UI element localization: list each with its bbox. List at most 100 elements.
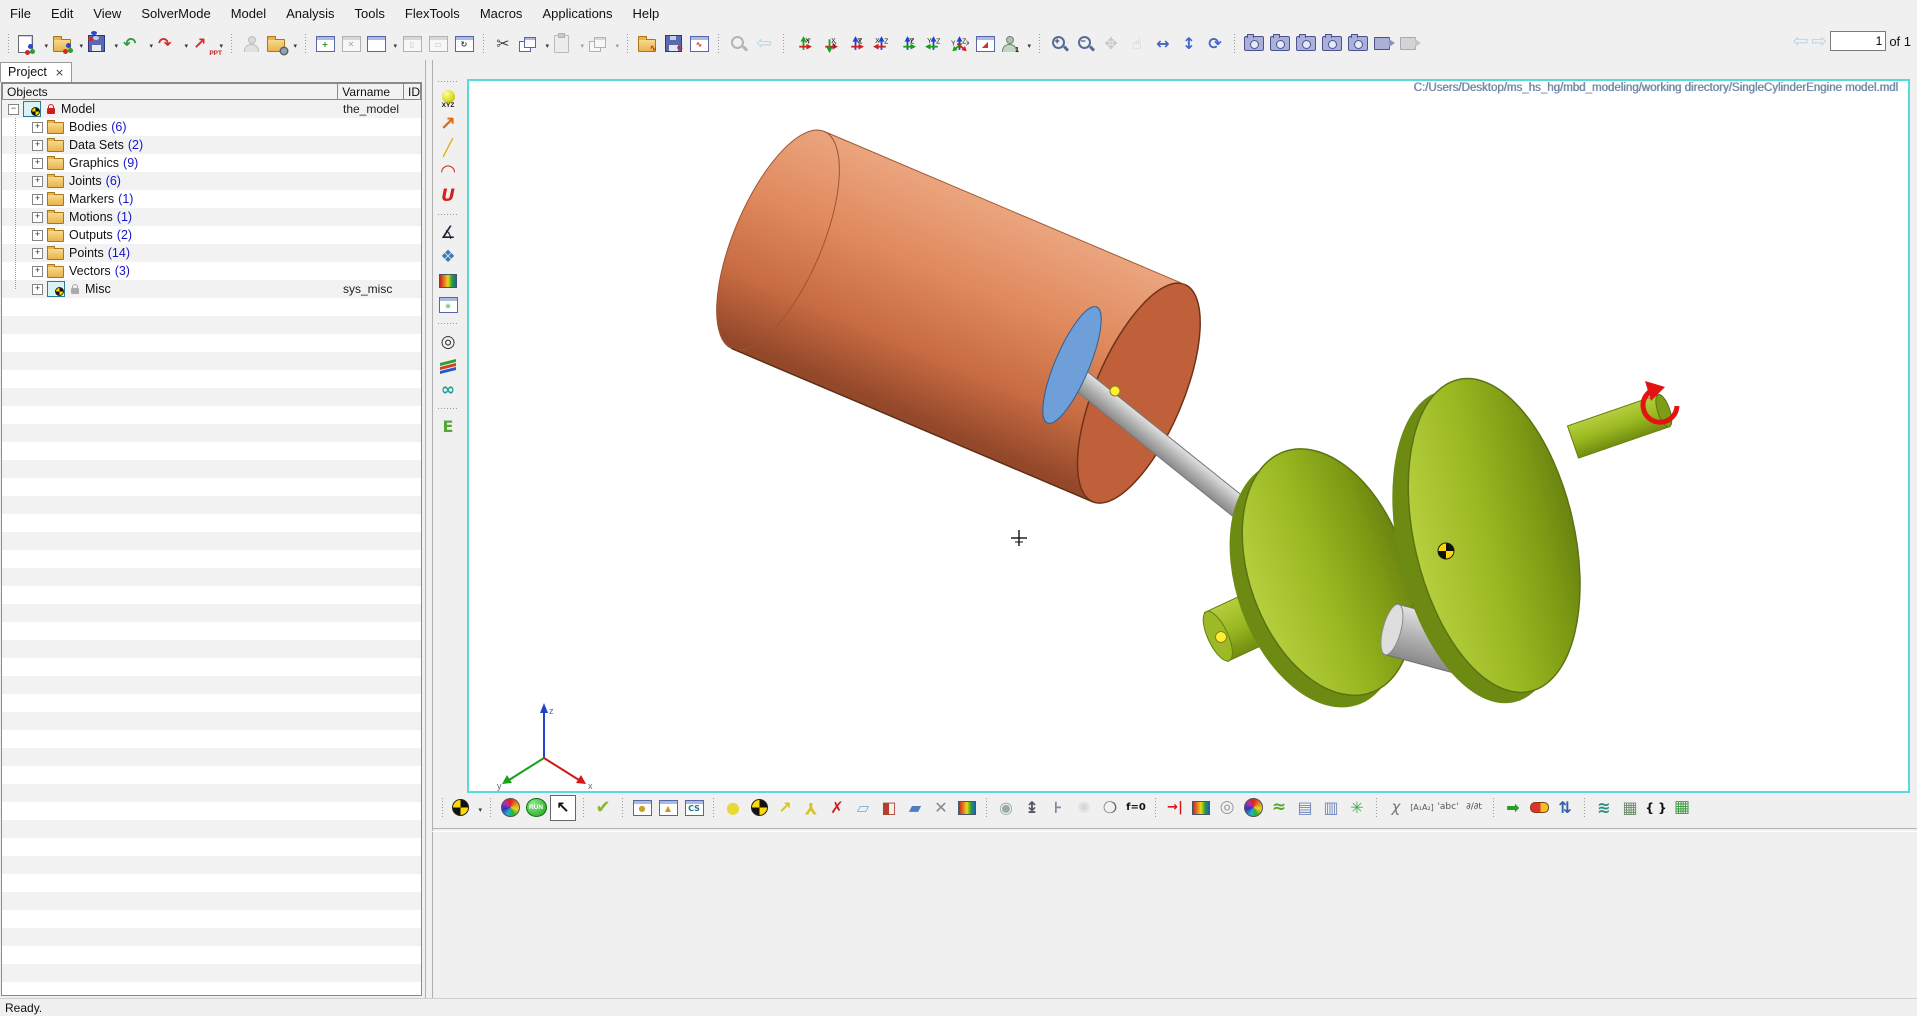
tree-row-misc[interactable]: +Miscsys_misc <box>2 280 421 298</box>
output-step-button[interactable]: ➡ <box>1501 796 1525 820</box>
view-front-yx-button[interactable]: YX <box>791 32 815 56</box>
curve-entity-button[interactable]: ✗ <box>825 796 849 820</box>
surface-entity-button[interactable]: ▰ <box>903 796 927 820</box>
render-colors-button[interactable] <box>498 796 522 820</box>
new-window-button[interactable]: + <box>313 32 337 56</box>
window-layout-button[interactable]: ▾ <box>365 32 398 56</box>
spring-damper-button[interactable]: ≈ <box>1267 796 1291 820</box>
point-entity-button[interactable]: ● <box>721 796 745 820</box>
column-header-id[interactable]: ID <box>404 83 421 100</box>
plot-window-button[interactable]: ∿ <box>687 32 711 56</box>
flexbody-tool[interactable]: E <box>436 415 460 439</box>
stretch-v-button[interactable]: ↕ <box>1177 32 1201 56</box>
inspect-model-tool[interactable]: ❖ <box>436 245 460 269</box>
menu-tools[interactable]: Tools <box>345 2 395 25</box>
constraint-f0-button[interactable]: f=0 <box>1124 796 1148 820</box>
tree-row-data-sets[interactable]: +Data Sets(2) <box>2 136 421 154</box>
beam-button[interactable]: ▤ <box>1293 796 1317 820</box>
expander-icon[interactable]: + <box>32 266 43 277</box>
refresh-window-button[interactable]: ↻ <box>452 32 476 56</box>
column-header-varname[interactable]: Varname <box>338 83 404 100</box>
matrix-button[interactable]: [A₁A₂] <box>1410 796 1434 820</box>
contact-button[interactable]: ✳ <box>1345 796 1369 820</box>
plane-entity-button[interactable]: ▱ <box>851 796 875 820</box>
pulley-tool[interactable]: ∞ <box>436 378 460 402</box>
expander-icon[interactable]: + <box>32 176 43 187</box>
menu-help[interactable]: Help <box>623 2 670 25</box>
paste-special-button-dropdown-icon[interactable]: ▾ <box>615 42 619 50</box>
polyline-tool[interactable]: ╱ <box>436 136 460 160</box>
redo-button-dropdown-icon[interactable]: ▾ <box>184 42 188 50</box>
translational-joint-button[interactable]: ⊦ <box>1046 796 1070 820</box>
new-model-button-dropdown-icon[interactable]: ▾ <box>44 42 48 50</box>
main-cg-marker-button[interactable]: ▾ <box>450 796 483 820</box>
contour-plot-tool[interactable] <box>436 269 460 293</box>
expander-icon[interactable]: + <box>32 140 43 151</box>
zoom-out-button[interactable]: − <box>1073 32 1097 56</box>
expander-icon[interactable]: + <box>32 248 43 259</box>
beam-pair-button[interactable]: ▥ <box>1319 796 1343 820</box>
open-model-button[interactable]: ▾ <box>51 32 84 56</box>
close-tab-icon[interactable]: × <box>55 66 64 79</box>
new-model-button[interactable]: ▾ <box>16 32 49 56</box>
undo-button-dropdown-icon[interactable]: ▾ <box>149 42 153 50</box>
polyline-entity-button[interactable]: ✕ <box>929 796 953 820</box>
paste-button-dropdown-icon[interactable]: ▾ <box>580 42 584 50</box>
model-window-button[interactable]: ● <box>630 796 654 820</box>
save-model-button-dropdown-icon[interactable]: ▾ <box>114 42 118 50</box>
vector-tool[interactable]: ↗ <box>436 112 460 136</box>
derivative-button[interactable]: ∂/∂t <box>1462 796 1486 820</box>
page-number-input[interactable] <box>1830 31 1886 51</box>
expander-icon[interactable]: − <box>8 104 19 115</box>
actuator-button[interactable] <box>1527 796 1551 820</box>
view-back-button[interactable]: ⇦ <box>752 32 776 56</box>
tire-tool[interactable]: ◎ <box>436 330 460 354</box>
window-layout-button-dropdown-icon[interactable]: ▾ <box>393 42 397 50</box>
expander-icon[interactable]: + <box>32 122 43 133</box>
prev-page-arrow-icon[interactable]: ⇦ <box>1792 30 1808 52</box>
cylindrical-joint-button[interactable]: ◉ <box>994 796 1018 820</box>
redo-button[interactable]: ↷▾ <box>156 32 189 56</box>
rod-marker-point[interactable] <box>1110 386 1120 396</box>
menu-analysis[interactable]: Analysis <box>276 2 344 25</box>
braces-button[interactable]: { } <box>1644 796 1668 820</box>
vector-entity-button[interactable]: ↗ <box>773 796 797 820</box>
menu-flextools[interactable]: FlexTools <box>395 2 470 25</box>
save-curves-button[interactable]: ∿ <box>661 32 685 56</box>
menu-file[interactable]: File <box>0 2 41 25</box>
capture-region-button[interactable] <box>1320 32 1344 56</box>
cg-marker-ball[interactable] <box>1438 543 1454 559</box>
shape-window-button[interactable]: ▲ <box>656 796 680 820</box>
expander-icon[interactable]: + <box>32 194 43 205</box>
column-header-objects[interactable]: Objects <box>2 83 338 100</box>
cs-window-button[interactable]: CS <box>682 796 706 820</box>
cut-button[interactable]: ✂ <box>491 32 515 56</box>
menu-edit[interactable]: Edit <box>41 2 83 25</box>
cylinder-body[interactable] <box>691 114 1225 519</box>
shaded-view-button[interactable]: ◢ <box>973 32 997 56</box>
output-shaft[interactable] <box>1567 393 1675 458</box>
model-settings-button[interactable]: ▾ <box>265 32 298 56</box>
solid-entity-button[interactable]: ◧ <box>877 796 901 820</box>
copy-button-dropdown-icon[interactable]: ▾ <box>545 42 549 50</box>
distance-measure-button[interactable]: ↨ <box>1020 796 1044 820</box>
spreadsheet-button[interactable]: ▦ <box>1670 796 1694 820</box>
open-model-button-dropdown-icon[interactable]: ▾ <box>79 42 83 50</box>
bushing-button[interactable]: ◎ <box>1215 796 1239 820</box>
3d-viewport[interactable]: C:/Users/Desktop/ms_hs_hg/mbd_modeling/w… <box>467 79 1910 793</box>
record-movie-button[interactable] <box>1372 32 1396 56</box>
view-left-xz-button[interactable]: ZX <box>869 32 893 56</box>
journal-marker-point[interactable] <box>1216 632 1227 643</box>
expander-icon[interactable]: + <box>32 158 43 169</box>
main-cg-marker-button-dropdown-icon[interactable]: ▾ <box>478 806 482 814</box>
export-ppt-button-dropdown-icon[interactable]: ▾ <box>219 42 223 50</box>
menu-macros[interactable]: Macros <box>470 2 533 25</box>
cg-entity-button[interactable] <box>747 796 771 820</box>
springs-tool[interactable] <box>436 354 460 378</box>
view-top-xy-button[interactable]: XY <box>817 32 841 56</box>
undo-button[interactable]: ↶▾ <box>121 32 154 56</box>
menu-model[interactable]: Model <box>221 2 276 25</box>
expander-icon[interactable]: + <box>32 284 43 295</box>
expression-button[interactable]: χ <box>1384 796 1408 820</box>
force-entity-button[interactable]: →| <box>1163 796 1187 820</box>
